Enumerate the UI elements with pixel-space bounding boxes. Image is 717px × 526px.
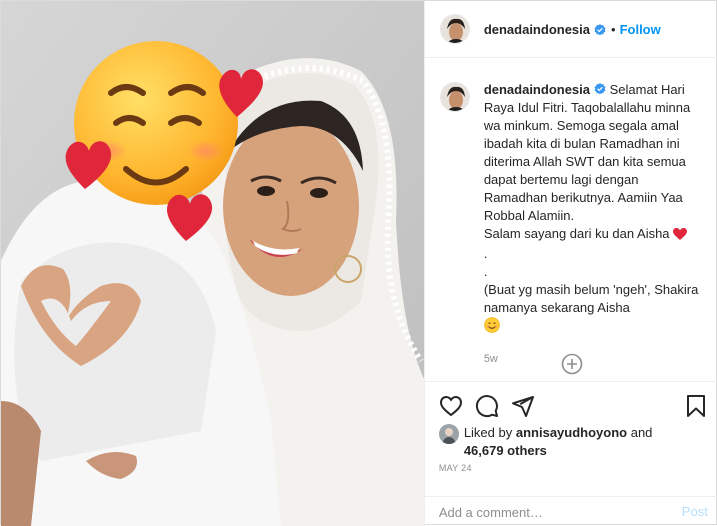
liker-username-link[interactable]: annisayudhoyono <box>516 425 627 440</box>
post-actions-section: Liked by annisayudhoyono and 46,679 othe… <box>424 381 717 526</box>
caption-line: Salam sayang dari ku dan Aisha <box>484 225 704 245</box>
liker-avatar[interactable] <box>438 424 459 444</box>
likes-joiner: and <box>630 425 653 440</box>
verified-badge-icon <box>594 82 606 95</box>
action-bar <box>439 394 708 418</box>
comment-bar: Post <box>424 496 717 526</box>
red-heart-emoji-icon <box>672 227 687 245</box>
plus-circle-icon[interactable] <box>561 353 583 375</box>
comment-input[interactable] <box>438 503 659 521</box>
avatar-image <box>438 424 459 444</box>
caption-text: Selamat Hari Raya Idul Fitri. Taqobalall… <box>483 82 691 223</box>
verified-badge-icon <box>594 23 606 36</box>
caption-text: (Buat yg masih belum 'ngeh', Shakira nam… <box>483 282 699 315</box>
post-time-ago[interactable]: 5w <box>484 350 704 368</box>
caption-line: . <box>483 264 488 279</box>
photo-illustration <box>1 1 424 526</box>
bookmark-icon[interactable] <box>684 394 708 418</box>
post-date[interactable]: MAY 24 <box>439 463 472 473</box>
avatar[interactable] <box>439 14 470 44</box>
caption-text: Salam sayang dari ku dan Aisha <box>483 226 670 241</box>
speech-bubble-icon[interactable] <box>475 394 499 418</box>
caption-body: denadaindonesia Selamat Hari Raya Idul F… <box>484 81 704 368</box>
username-link[interactable]: denadaindonesia <box>484 22 590 37</box>
likes-prefix: Liked by <box>463 425 513 440</box>
likes-count-link[interactable]: 46,679 others <box>464 443 547 458</box>
likes-summary: Liked by annisayudhoyono and 46,679 othe… <box>438 424 653 460</box>
caption-line: (Buat yg masih belum 'ngeh', Shakira nam… <box>484 281 704 317</box>
avatar-image <box>440 15 469 43</box>
caption-avatar[interactable] <box>439 82 470 112</box>
smiling-face-emoji-icon <box>484 317 500 338</box>
post-caption: denadaindonesia Selamat Hari Raya Idul F… <box>439 81 708 368</box>
caption-line: . <box>483 246 488 261</box>
instagram-post: denadaindonesia • Follow denadaindonesia… <box>0 0 717 526</box>
avatar-image <box>440 83 469 111</box>
caption-username[interactable]: denadaindonesia <box>484 82 590 97</box>
follow-button[interactable]: Follow <box>620 22 661 37</box>
caption-line <box>484 317 704 338</box>
separator-dot: • <box>611 21 616 37</box>
likes-text: Liked by annisayudhoyono and 46,679 othe… <box>464 424 653 460</box>
post-photo[interactable] <box>1 1 424 526</box>
heart-outline-icon[interactable] <box>439 394 463 418</box>
post-comment-button[interactable]: Post <box>682 504 708 519</box>
post-header: denadaindonesia • Follow <box>424 1 717 58</box>
post-side-panel: denadaindonesia • Follow denadaindonesia… <box>423 1 717 526</box>
paper-plane-icon[interactable] <box>511 394 535 418</box>
